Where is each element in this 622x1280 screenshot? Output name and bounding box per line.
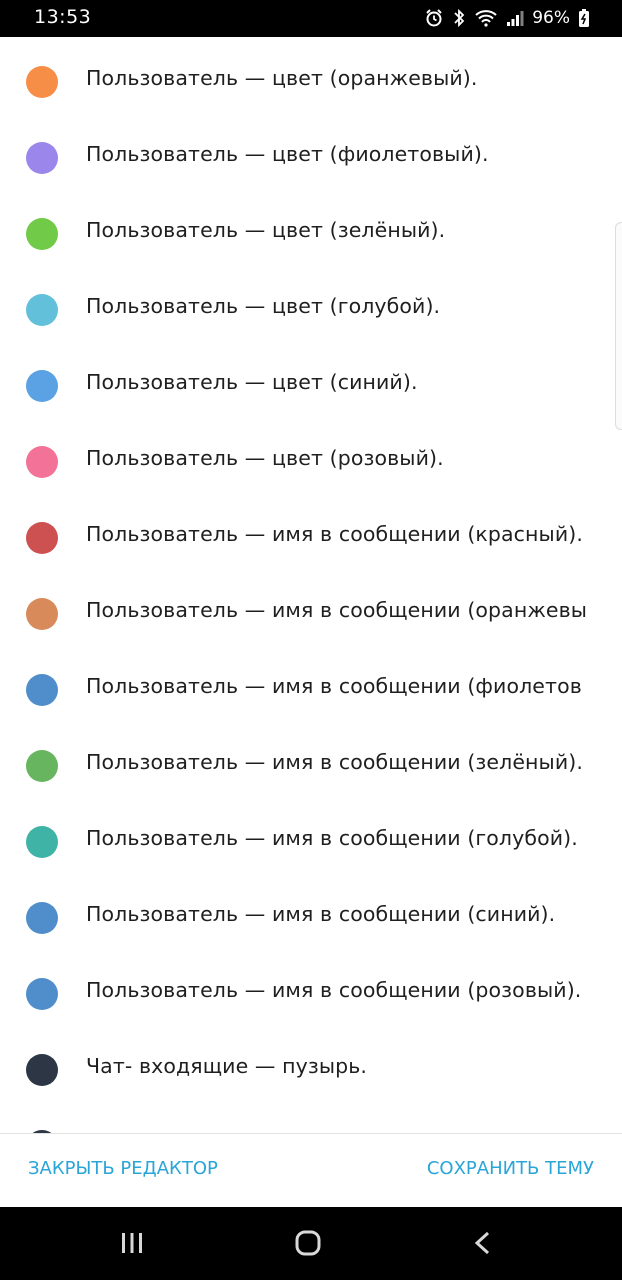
- color-item-label: Пользователь — имя в сообщении (голубой)…: [86, 826, 578, 850]
- status-time: 13:53: [34, 6, 92, 28]
- color-item-label: Пользователь — имя в сообщении (синий).: [86, 902, 556, 926]
- color-item-label: Пользователь — имя в сообщении (красный)…: [86, 522, 583, 546]
- color-list-item[interactable]: Пользователь — имя в сообщении (красный)…: [0, 500, 622, 576]
- bluetooth-icon: [452, 8, 466, 28]
- color-swatch[interactable]: [26, 370, 58, 402]
- battery-percent: 96%: [532, 8, 570, 28]
- battery-icon: [578, 8, 590, 28]
- color-item-label: Пользователь — имя в сообщении (фиолетов: [86, 674, 582, 698]
- scroll-edge-handle[interactable]: [615, 222, 622, 430]
- color-item-label: Пользователь — имя в сообщении (розовый)…: [86, 978, 582, 1002]
- close-editor-button[interactable]: ЗАКРЫТЬ РЕДАКТОР: [28, 1158, 218, 1179]
- status-bar: 13:53 96%: [0, 0, 622, 37]
- color-swatch[interactable]: [26, 294, 58, 326]
- color-swatch[interactable]: [26, 522, 58, 554]
- color-item-label: Пользователь — цвет (синий).: [86, 370, 418, 394]
- color-list-item[interactable]: Пользователь — цвет (синий).: [0, 348, 622, 424]
- color-list-item[interactable]: Пользователь — цвет (оранжевый).: [0, 44, 622, 120]
- wifi-icon: [474, 8, 498, 28]
- color-list-item[interactable]: Пользователь — имя в сообщении (фиолетов: [0, 652, 622, 728]
- color-list-item[interactable]: Пользователь — имя в сообщении (синий).: [0, 880, 622, 956]
- color-swatch[interactable]: [26, 826, 58, 858]
- color-item-label: Пользователь — цвет (фиолетовый).: [86, 142, 489, 166]
- color-item-label: Пользователь — цвет (зелёный).: [86, 218, 446, 242]
- color-list-item[interactable]: Пользователь — цвет (зелёный).: [0, 196, 622, 272]
- theme-color-list[interactable]: Пользователь — цвет (оранжевый). Пользова…: [0, 37, 622, 1133]
- color-swatch[interactable]: [26, 1054, 58, 1086]
- color-list-item[interactable]: Пользователь — цвет (голубой).: [0, 272, 622, 348]
- color-swatch[interactable]: [26, 142, 58, 174]
- color-list-item[interactable]: Пользователь — имя в сообщении (голубой)…: [0, 804, 622, 880]
- signal-icon: [506, 9, 524, 27]
- color-swatch[interactable]: [26, 66, 58, 98]
- recents-icon[interactable]: [112, 1229, 152, 1259]
- color-item-label: Пользователь — цвет (розовый).: [86, 446, 444, 470]
- color-list-item[interactable]: Пользователь — имя в сообщении (зелёный)…: [0, 728, 622, 804]
- color-swatch[interactable]: [26, 902, 58, 934]
- color-swatch[interactable]: [26, 218, 58, 250]
- alarm-icon: [424, 8, 444, 28]
- system-nav-bar: [0, 1207, 622, 1280]
- back-icon[interactable]: [462, 1229, 502, 1259]
- color-list-item[interactable]: Пользователь — цвет (фиолетовый).: [0, 120, 622, 196]
- color-swatch[interactable]: [26, 750, 58, 782]
- color-swatch[interactable]: [26, 598, 58, 630]
- color-list-item[interactable]: Чат- входящие — пузырь.: [0, 1032, 622, 1108]
- color-item-label: Пользователь — цвет (голубой).: [86, 294, 441, 318]
- color-swatch[interactable]: [26, 446, 58, 478]
- color-item-label: Пользователь — имя в сообщении (зелёный)…: [86, 750, 583, 774]
- color-item-label: Чат- входящие — пузырь.: [86, 1054, 368, 1078]
- color-item-label: Пользователь — цвет (оранжевый).: [86, 66, 478, 90]
- color-list-item[interactable]: Пользователь — имя в сообщении (розовый)…: [0, 956, 622, 1032]
- color-swatch[interactable]: [26, 978, 58, 1010]
- color-list-item[interactable]: Пользователь — цвет (розовый).: [0, 424, 622, 500]
- color-list-item[interactable]: Пользователь — имя в сообщении (оранжевы: [0, 576, 622, 652]
- status-icons: 96%: [424, 6, 590, 30]
- home-icon[interactable]: [288, 1229, 328, 1259]
- color-item-label: Пользователь — имя в сообщении (оранжевы: [86, 598, 588, 622]
- save-theme-button[interactable]: СОХРАНИТЬ ТЕМУ: [427, 1158, 594, 1179]
- color-swatch[interactable]: [26, 674, 58, 706]
- editor-action-bar: ЗАКРЫТЬ РЕДАКТОР СОХРАНИТЬ ТЕМУ: [0, 1133, 622, 1208]
